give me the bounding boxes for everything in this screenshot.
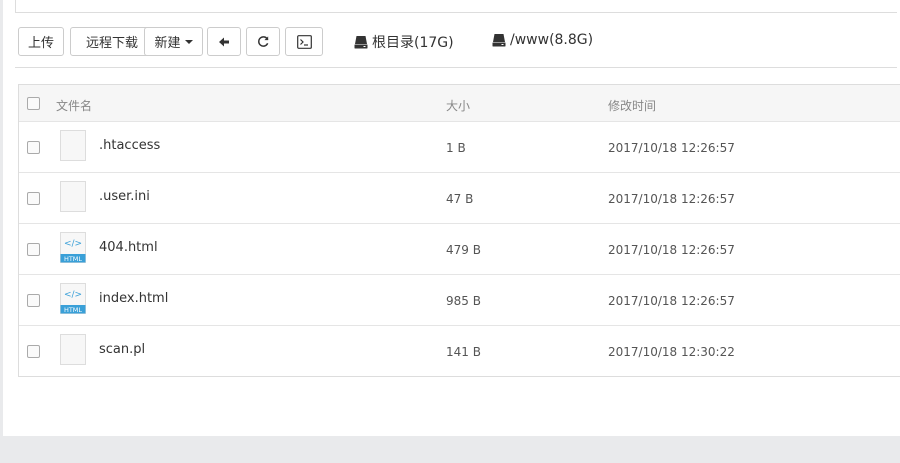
svg-text:HTML: HTML	[64, 255, 82, 263]
back-button[interactable]	[207, 27, 241, 56]
file-modified: 2017/10/18 12:26:57	[608, 141, 735, 155]
toolbar-divider	[15, 67, 897, 68]
file-size: 985 B	[446, 294, 481, 308]
file-size: 479 B	[446, 243, 481, 257]
column-header-modified[interactable]: 修改时间	[608, 97, 656, 114]
row-checkbox[interactable]	[27, 294, 40, 307]
column-header-size[interactable]: 大小	[446, 97, 470, 114]
file-icon	[60, 181, 86, 212]
file-modified: 2017/10/18 12:26:57	[608, 294, 735, 308]
terminal-button[interactable]	[285, 27, 323, 56]
hdd-icon	[354, 35, 368, 48]
file-size: 141 B	[446, 345, 481, 359]
disk-root-label: 根目录(17G)	[372, 35, 454, 51]
file-modified: 2017/10/18 12:26:57	[608, 243, 735, 257]
file-modified: 2017/10/18 12:26:57	[608, 192, 735, 206]
file-name[interactable]: 404.html	[99, 240, 158, 255]
row-checkbox[interactable]	[27, 141, 40, 154]
row-checkbox[interactable]	[27, 243, 40, 256]
file-toolbar: 上传 远程下载 新建 根目录(17G) /www(8.8G)	[15, 27, 885, 56]
column-header-name[interactable]: 文件名	[56, 97, 92, 114]
html-file-icon: </> HTML	[60, 232, 86, 263]
disk-root[interactable]: 根目录(17G)	[354, 32, 454, 52]
caret-down-icon	[184, 39, 193, 44]
row-checkbox[interactable]	[27, 192, 40, 205]
top-section-divider	[15, 0, 897, 13]
remote-download-button[interactable]: 远程下载	[70, 27, 154, 56]
hdd-icon	[492, 33, 506, 46]
terminal-icon	[296, 34, 312, 49]
table-row[interactable]: .htaccess 1 B 2017/10/18 12:26:57	[19, 122, 900, 173]
table-row[interactable]: scan.pl 141 B 2017/10/18 12:30:22	[19, 326, 900, 377]
file-icon	[60, 334, 86, 365]
file-size: 1 B	[446, 141, 466, 155]
html-file-icon: </> HTML	[60, 283, 86, 314]
svg-text:HTML: HTML	[64, 306, 82, 314]
table-row[interactable]: </> HTML 404.html 479 B 2017/10/18 12:26…	[19, 224, 900, 275]
file-icon	[60, 130, 86, 161]
refresh-icon	[257, 36, 268, 47]
file-name[interactable]: scan.pl	[99, 342, 145, 357]
file-modified: 2017/10/18 12:30:22	[608, 345, 735, 359]
new-dropdown-button[interactable]: 新建	[144, 27, 203, 56]
file-name[interactable]: .user.ini	[99, 189, 150, 204]
disk-www-label: /www(8.8G)	[510, 32, 594, 48]
file-table: 文件名 大小 修改时间 .htaccess 1 B 2017/10/18 12:…	[18, 84, 900, 377]
table-row[interactable]: </> HTML index.html 985 B 2017/10/18 12:…	[19, 275, 900, 326]
select-all-checkbox[interactable]	[27, 97, 40, 110]
disk-www[interactable]: /www(8.8G)	[492, 32, 593, 48]
file-size: 47 B	[446, 192, 474, 206]
row-checkbox[interactable]	[27, 345, 40, 358]
svg-text:</>: </>	[64, 290, 82, 300]
refresh-button[interactable]	[246, 27, 280, 56]
arrow-left-icon	[219, 37, 229, 46]
table-header: 文件名 大小 修改时间	[19, 85, 900, 122]
svg-text:</>: </>	[64, 239, 82, 249]
file-name[interactable]: .htaccess	[99, 138, 160, 153]
file-name[interactable]: index.html	[99, 291, 168, 306]
new-button-label: 新建	[154, 36, 181, 51]
upload-button[interactable]: 上传	[18, 27, 64, 56]
table-row[interactable]: .user.ini 47 B 2017/10/18 12:26:57	[19, 173, 900, 224]
